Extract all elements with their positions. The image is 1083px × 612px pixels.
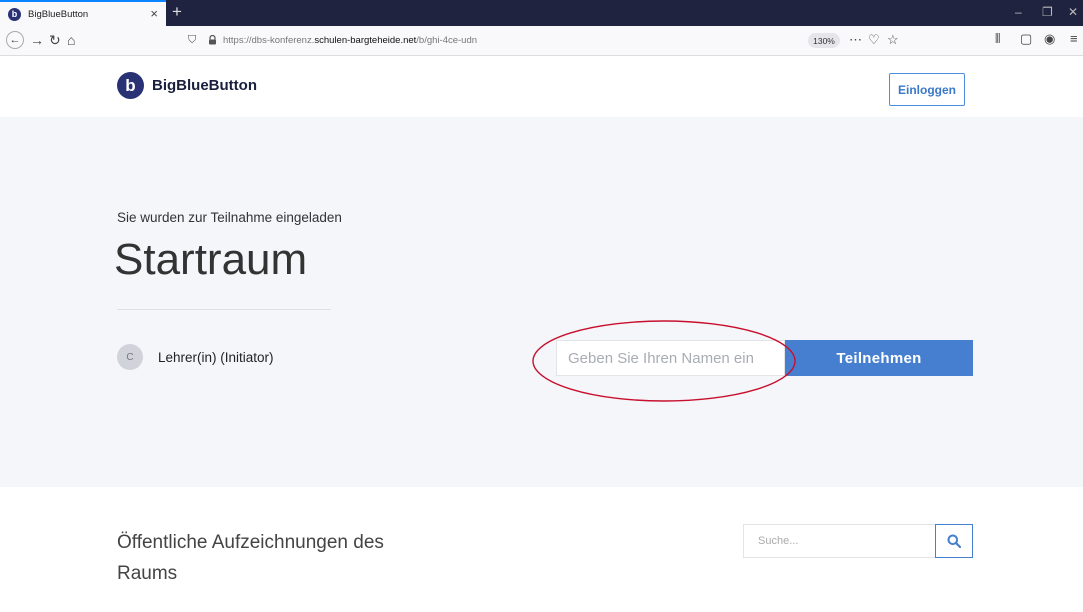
forward-arrow-icon[interactable]: → xyxy=(30,32,44,48)
tab-title: BigBlueButton xyxy=(28,8,89,20)
logo-text: BigBlueButton xyxy=(152,77,257,94)
minimize-icon[interactable]: – xyxy=(1015,5,1022,19)
account-icon[interactable]: ◉ xyxy=(1044,31,1055,47)
join-button[interactable]: Teilnehmen xyxy=(785,340,973,376)
login-button[interactable]: Einloggen xyxy=(889,73,965,106)
back-arrow-icon[interactable]: ← xyxy=(6,31,24,49)
more-icon[interactable]: ⋯ xyxy=(849,32,862,48)
logo-icon: b xyxy=(117,72,144,99)
lock-icon[interactable] xyxy=(208,35,217,45)
close-icon[interactable]: × xyxy=(150,6,158,21)
restore-icon[interactable]: ❐ xyxy=(1042,5,1053,19)
invited-text: Sie wurden zur Teilnahme eingeladen xyxy=(117,210,342,225)
search-icon xyxy=(947,534,961,548)
room-title: Startraum xyxy=(114,235,308,284)
star-icon[interactable]: ☆ xyxy=(887,32,899,48)
browser-tab[interactable]: b BigBlueButton × xyxy=(0,0,166,26)
room-owner: Lehrer(in) (Initiator) xyxy=(158,350,274,365)
recordings-title: Öffentliche Aufzeichnungen des Raums xyxy=(117,532,384,584)
library-icon[interactable]: ⫴ xyxy=(995,31,1000,47)
page-content: b BigBlueButton Einloggen Sie wurden zur… xyxy=(0,57,1083,612)
sidebar-icon[interactable]: ▢ xyxy=(1020,31,1032,47)
menu-icon[interactable]: ≡ xyxy=(1070,31,1078,46)
browser-nav-bar: ← → ↻ ⌂ ⛉ https://dbs-konferenz.schulen-… xyxy=(0,26,1083,56)
search-button[interactable] xyxy=(935,524,973,558)
name-input[interactable] xyxy=(556,340,785,376)
zoom-badge[interactable]: 130% xyxy=(808,33,840,48)
site-header: b BigBlueButton Einloggen xyxy=(0,57,1083,117)
reload-icon[interactable]: ↻ xyxy=(49,32,61,48)
favicon-icon: b xyxy=(8,7,21,21)
avatar: C xyxy=(117,344,143,370)
logo[interactable]: b BigBlueButton xyxy=(117,72,257,99)
search-input[interactable] xyxy=(743,524,936,558)
room-hero: Sie wurden zur Teilnahme eingeladen Star… xyxy=(0,117,1083,487)
home-icon[interactable]: ⌂ xyxy=(67,32,75,48)
window-close-icon[interactable]: ✕ xyxy=(1068,5,1078,19)
url-text[interactable]: https://dbs-konferenz.schulen-bargteheid… xyxy=(223,35,477,46)
browser-tab-bar: b BigBlueButton × + – ❐ ✕ xyxy=(0,0,1083,26)
new-tab-icon[interactable]: + xyxy=(172,2,182,22)
pocket-icon[interactable]: ♡ xyxy=(868,32,880,48)
address-bar[interactable]: ⛉ https://dbs-konferenz.schulen-bargtehe… xyxy=(180,31,910,51)
shield-icon[interactable]: ⛉ xyxy=(188,34,196,47)
divider xyxy=(117,309,331,310)
